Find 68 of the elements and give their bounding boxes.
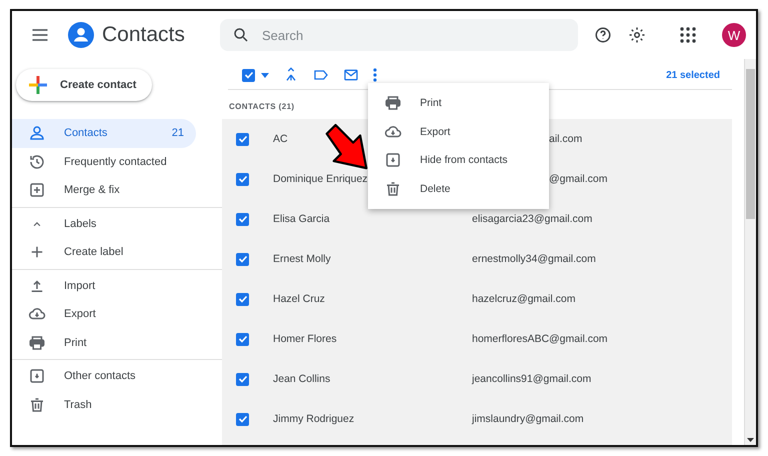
row-checkbox[interactable] bbox=[236, 132, 249, 146]
sidebar-item[interactable]: Export bbox=[12, 300, 196, 328]
contact-name: Elisa Garcia bbox=[273, 213, 331, 225]
settings-icon bbox=[628, 26, 646, 44]
create-contact-button[interactable]: Create contact bbox=[16, 69, 152, 101]
menu-item[interactable]: Hide from contacts bbox=[368, 146, 549, 174]
settings-button[interactable] bbox=[628, 26, 646, 44]
contact-email: @gmail.com bbox=[549, 173, 608, 185]
menu-item[interactable]: Delete bbox=[368, 174, 549, 203]
sidebar-item[interactable]: Create label bbox=[12, 238, 196, 266]
contact-email: jimslaundry@gmail.com bbox=[472, 413, 584, 425]
contact-email: homerfloresABC@gmail.com bbox=[472, 333, 608, 345]
sidebar-item[interactable]: Frequently contacted bbox=[12, 148, 196, 176]
archive-box-icon bbox=[28, 367, 46, 386]
trash-icon bbox=[28, 396, 46, 414]
row-checkbox[interactable] bbox=[236, 372, 249, 386]
merge-plus-icon bbox=[28, 181, 46, 200]
select-all-checkbox[interactable] bbox=[242, 68, 255, 82]
sidebar-item[interactable]: Import bbox=[12, 272, 196, 300]
printer-icon bbox=[28, 334, 46, 352]
contact-name: Homer Flores bbox=[273, 333, 338, 345]
contact-name: Hazel Cruz bbox=[273, 293, 326, 305]
contact-email: hazelcruz@gmail.com bbox=[472, 293, 576, 305]
row-checkbox[interactable] bbox=[236, 412, 249, 426]
contact-email: ail.com bbox=[549, 133, 582, 145]
plus-icon bbox=[28, 75, 48, 95]
sidebar-item[interactable]: Labels bbox=[12, 210, 196, 238]
contact-email: jeancollins91@gmail.com bbox=[472, 373, 592, 385]
account-avatar[interactable]: W bbox=[722, 23, 746, 47]
search-icon bbox=[232, 26, 250, 44]
trash-icon bbox=[384, 180, 402, 198]
apps-button[interactable] bbox=[680, 27, 696, 43]
app-title: Contacts bbox=[102, 23, 186, 47]
menu-item[interactable]: Export bbox=[368, 118, 549, 146]
contact-name: Dominique Enriquez bbox=[273, 173, 369, 185]
sidebar-item[interactable]: Other contacts bbox=[12, 362, 196, 390]
caret-icon[interactable] bbox=[747, 438, 754, 442]
help-icon bbox=[594, 26, 612, 44]
item-count: 21 bbox=[172, 127, 184, 140]
list-heading: CONTACTS (21) bbox=[228, 101, 294, 113]
contact-name: Jimmy Rodriguez bbox=[273, 413, 356, 425]
search-field[interactable]: Search bbox=[220, 19, 578, 51]
sidebar-item[interactable]: Merge & fix bbox=[12, 176, 196, 204]
contact-email: elisagarcia23@gmail.com bbox=[472, 213, 592, 225]
sidebar-item[interactable]: Print bbox=[12, 328, 196, 357]
row-checkbox[interactable] bbox=[236, 212, 249, 226]
menu-item[interactable]: Print bbox=[368, 89, 549, 118]
sidebar-item[interactable]: Trash bbox=[12, 390, 196, 419]
history-icon bbox=[28, 152, 46, 171]
row-checkbox[interactable] bbox=[236, 292, 249, 306]
scrollbar[interactable] bbox=[744, 59, 756, 445]
contact-name: Jean Collins bbox=[273, 373, 332, 385]
contact-name: AC bbox=[273, 133, 289, 145]
more-icon[interactable] bbox=[373, 68, 377, 82]
row-checkbox[interactable] bbox=[236, 252, 249, 266]
printer-icon bbox=[384, 94, 402, 112]
row-checkbox[interactable] bbox=[236, 172, 249, 186]
contacts-logo-icon bbox=[68, 22, 94, 48]
person-icon bbox=[28, 124, 46, 142]
selected-count: 21 selected bbox=[666, 70, 720, 80]
pointer-arrow bbox=[325, 123, 369, 171]
email-icon bbox=[343, 67, 359, 83]
row-checkbox[interactable] bbox=[236, 332, 249, 346]
contact-email: ernestmolly34@gmail.com bbox=[472, 253, 596, 265]
archive-box-icon bbox=[384, 151, 402, 170]
help-button[interactable] bbox=[594, 26, 612, 44]
contact-name: Ernest Molly bbox=[273, 253, 332, 265]
sidebar-item[interactable]: Contacts 21 bbox=[12, 119, 196, 148]
